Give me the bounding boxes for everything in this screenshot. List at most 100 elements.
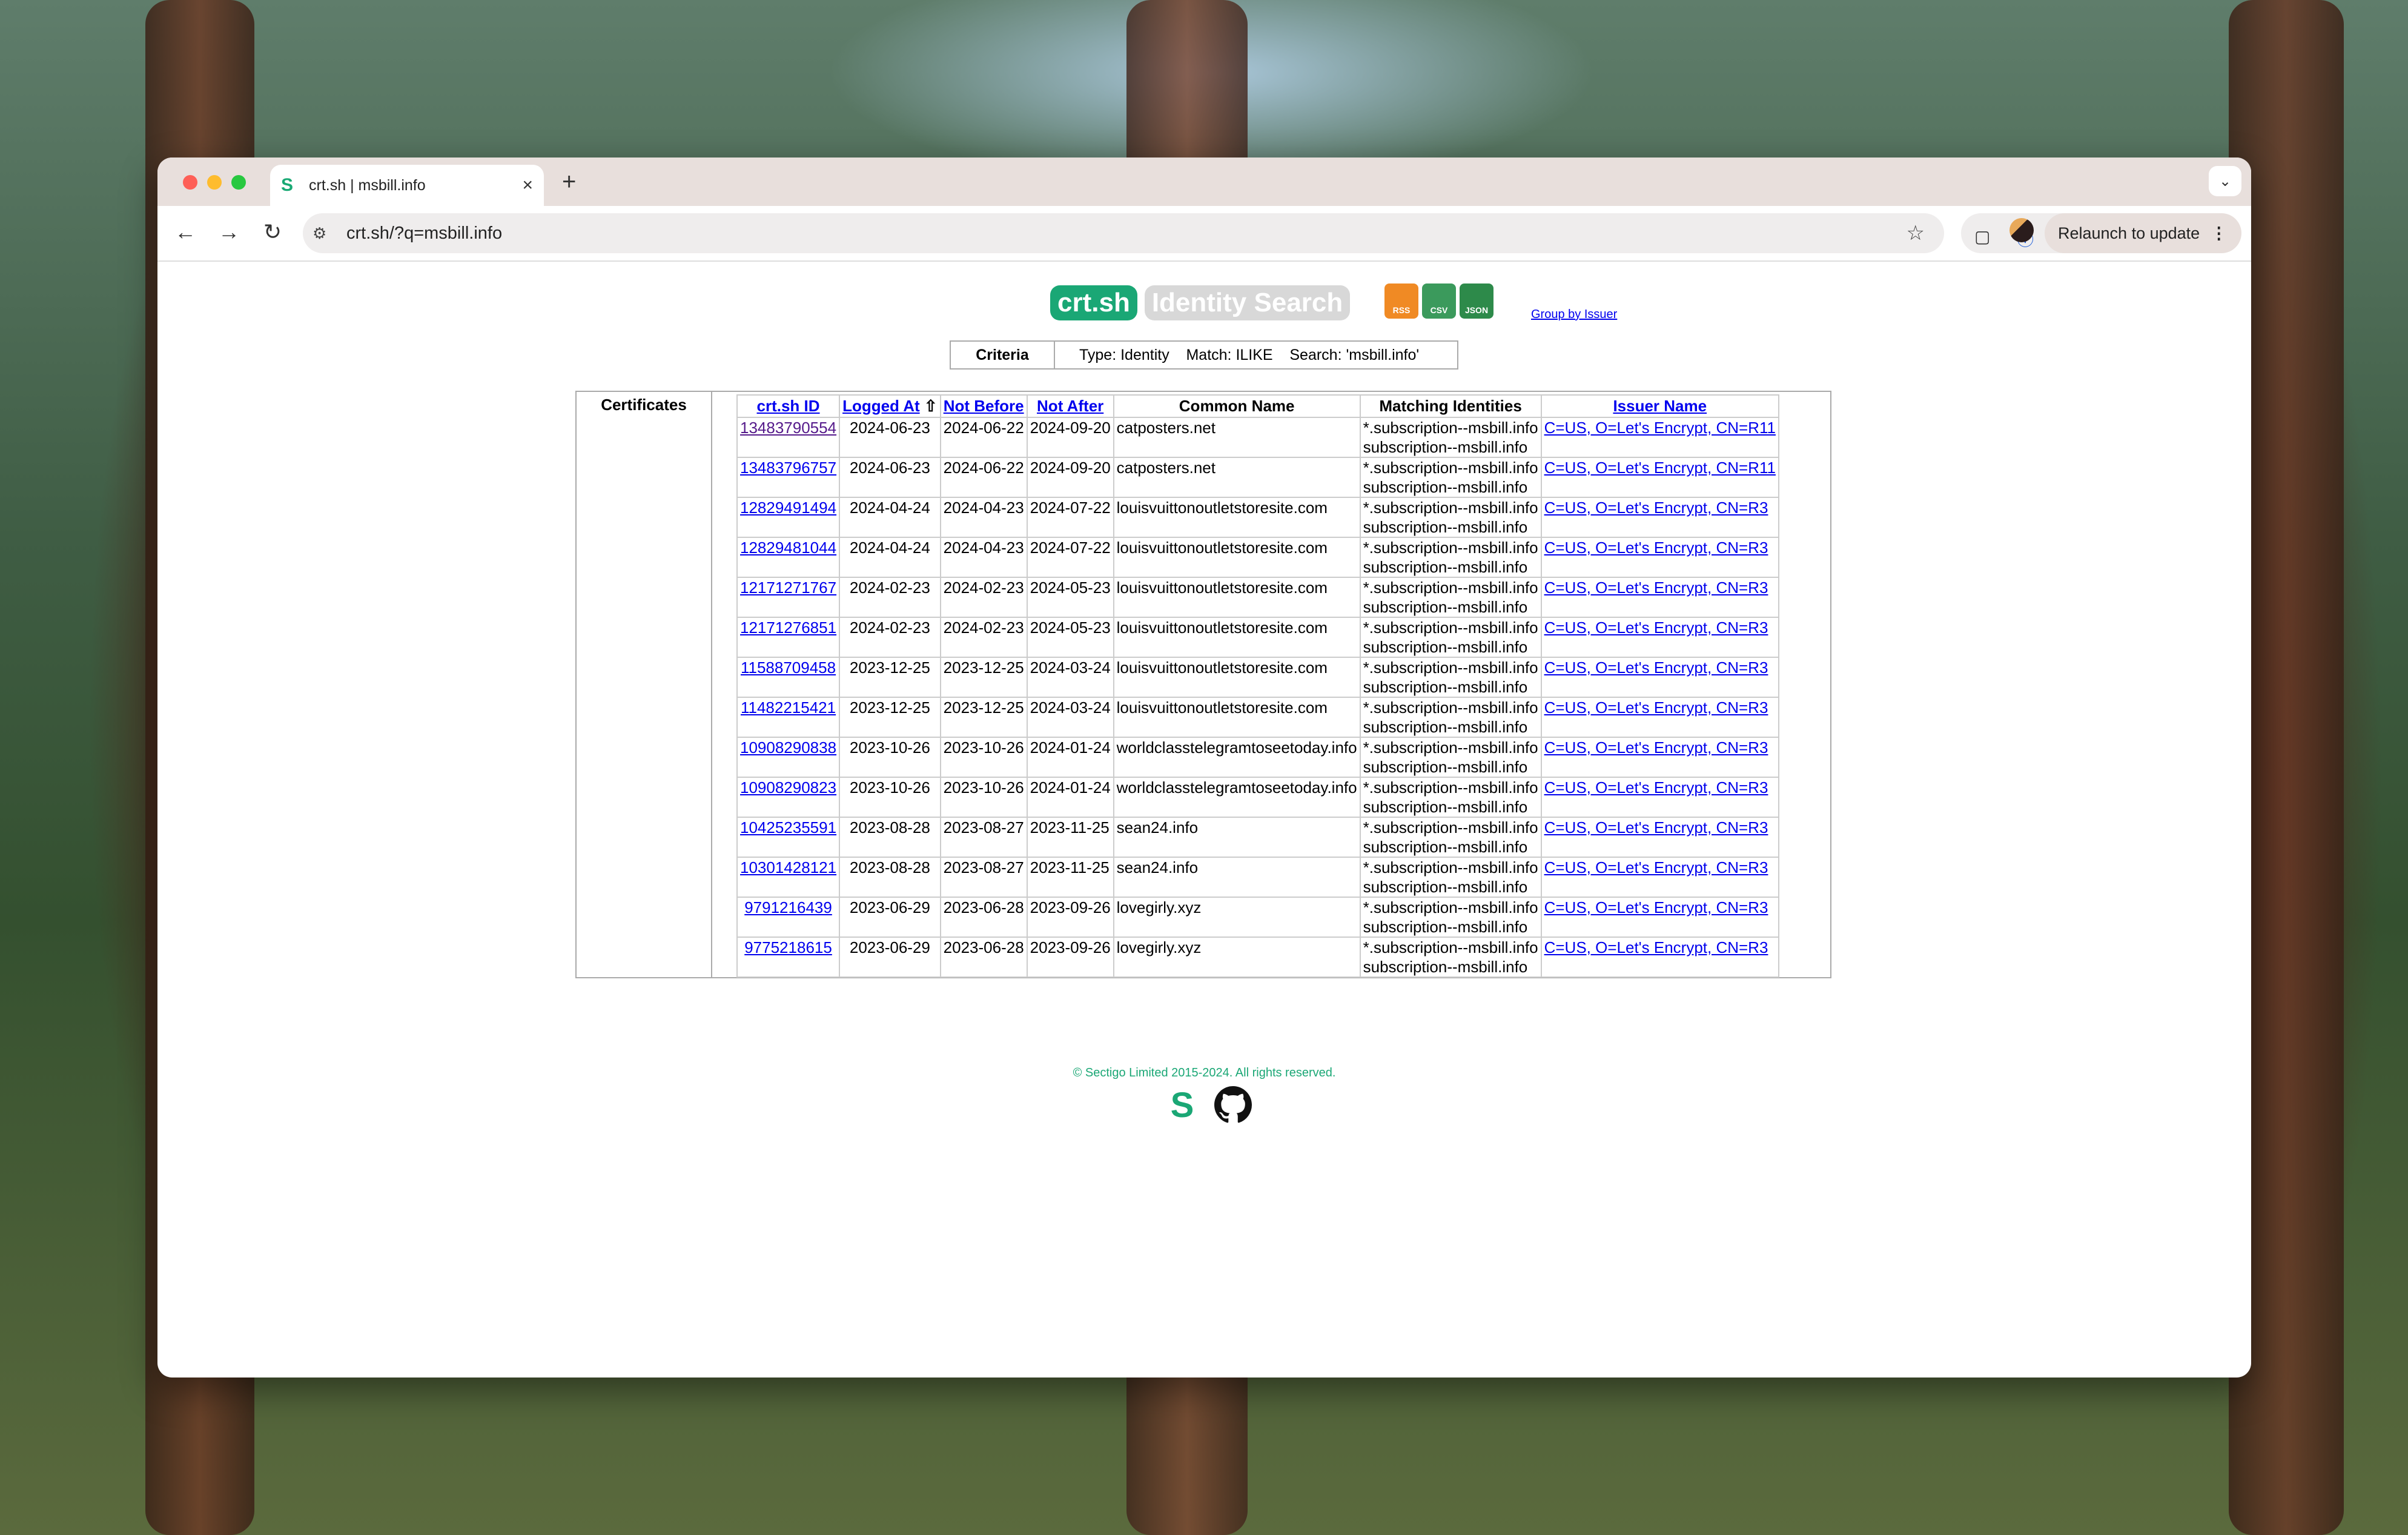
crtsh-id-link[interactable]: 12829481044 [740, 539, 836, 557]
bookmark-star-icon[interactable]: ☆ [1907, 221, 1925, 245]
cell-not-before: 2024-06-22 [939, 417, 1028, 458]
issuer-link[interactable]: C=US, O=Let's Encrypt, CN=R3 [1544, 938, 1768, 956]
site-settings-icon[interactable]: ⚙ [313, 224, 337, 243]
reload-icon[interactable]: ↻ [258, 219, 287, 245]
issuer-link[interactable]: C=US, O=Let's Encrypt, CN=R3 [1544, 818, 1768, 837]
new-tab-button[interactable]: + [562, 168, 576, 196]
browser-toolbar: ← → ↻ ⚙ crt.sh/?q=msbill.info ☆ ▢ ⓘ ⧉ Re… [157, 206, 2251, 262]
cell-not-before: 2023-12-25 [939, 697, 1028, 738]
crtsh-id-link[interactable]: 10908290823 [740, 778, 836, 797]
cell-common-name: lovegirly.xyz [1113, 937, 1361, 978]
extension-square-icon[interactable]: ▢ [1974, 227, 1990, 247]
cell-common-name: catposters.net [1113, 457, 1361, 498]
col-common-name: Common Name [1113, 394, 1361, 418]
cell-common-name: worldclasstelegramtoseetoday.info [1113, 737, 1361, 778]
issuer-link[interactable]: C=US, O=Let's Encrypt, CN=R3 [1544, 618, 1768, 637]
zoom-window-button[interactable] [231, 175, 246, 190]
cell-logged-at: 2024-06-23 [839, 417, 941, 458]
table-row: 12171276851 2024-02-23 2024-02-23 2024-05-2… [736, 617, 1779, 658]
cell-matching-identities: *.subscription--msbill.info subscription-… [1359, 577, 1542, 618]
cell-matching-identities: *.subscription--msbill.info subscription-… [1359, 937, 1542, 978]
cell-not-after: 2024-01-24 [1026, 737, 1114, 778]
more-menu-icon[interactable]: ⋮ [2211, 224, 2227, 243]
cell-logged-at: 2023-12-25 [839, 697, 941, 738]
table-row: 10908290838 2023-10-26 2023-10-26 2024-01-2… [736, 737, 1779, 778]
col-crtsh-id[interactable]: crt.sh ID [736, 394, 841, 418]
group-by-issuer-link[interactable]: Group by Issuer [1531, 308, 1617, 322]
back-arrow-icon[interactable]: ← [171, 219, 200, 245]
close-window-button[interactable] [183, 175, 197, 190]
cell-matching-identities: *.subscription--msbill.info subscription-… [1359, 777, 1542, 818]
cell-not-before: 2023-12-25 [939, 657, 1028, 698]
col-not-before[interactable]: Not Before [939, 394, 1028, 418]
crtsh-id-link[interactable]: 10425235591 [740, 818, 836, 837]
address-bar[interactable]: ⚙ crt.sh/?q=msbill.info ☆ [303, 213, 1944, 253]
cell-not-before: 2023-06-28 [939, 897, 1028, 938]
table-row: 13483790554 2024-06-23 2024-06-22 2024-09-2… [736, 417, 1779, 458]
col-issuer-name[interactable]: Issuer Name [1540, 394, 1779, 418]
cell-not-after: 2024-05-23 [1026, 617, 1114, 658]
crtsh-id-link[interactable]: 10301428121 [740, 858, 836, 877]
crtsh-id-link[interactable]: 12171271767 [740, 579, 836, 597]
crtsh-id-link[interactable]: 13483790554 [740, 419, 836, 437]
relaunch-button[interactable]: Relaunch to update ⋮ [2045, 213, 2241, 253]
csv-download-icon[interactable]: CSV [1422, 283, 1456, 319]
forward-arrow-icon[interactable]: → [214, 219, 243, 245]
cell-not-before: 2023-10-26 [939, 777, 1028, 818]
json-download-icon[interactable]: JSON [1460, 283, 1493, 319]
col-logged-at[interactable]: Logged At ⇧ [839, 394, 941, 418]
cell-not-before: 2024-06-22 [939, 457, 1028, 498]
cell-not-before: 2024-02-23 [939, 617, 1028, 658]
sectigo-logo-icon[interactable]: S [1163, 1086, 1202, 1125]
crtsh-id-link[interactable]: 11482215421 [741, 698, 836, 717]
issuer-link[interactable]: C=US, O=Let's Encrypt, CN=R3 [1544, 539, 1768, 557]
table-row: 10425235591 2023-08-28 2023-08-27 2023-11-2… [736, 817, 1779, 858]
issuer-link[interactable]: C=US, O=Let's Encrypt, CN=R3 [1544, 778, 1768, 797]
cell-common-name: worldclasstelegramtoseetoday.info [1113, 777, 1361, 818]
cell-crtsh-id: 12171271767 [736, 577, 841, 618]
cell-crtsh-id: 12829491494 [736, 497, 841, 538]
crtsh-id-link[interactable]: 9791216439 [744, 898, 832, 917]
cell-matching-identities: *.subscription--msbill.info subscription-… [1359, 417, 1542, 458]
cell-matching-identities: *.subscription--msbill.info subscription-… [1359, 497, 1542, 538]
cell-not-after: 2024-03-24 [1026, 697, 1114, 738]
issuer-link[interactable]: C=US, O=Let's Encrypt, CN=R11 [1544, 459, 1776, 477]
issuer-link[interactable]: C=US, O=Let's Encrypt, CN=R3 [1544, 698, 1768, 717]
cell-issuer-name: C=US, O=Let's Encrypt, CN=R3 [1540, 697, 1779, 738]
sort-arrow-icon: ⇧ [924, 397, 938, 415]
issuer-link[interactable]: C=US, O=Let's Encrypt, CN=R3 [1544, 579, 1768, 597]
rss-feed-icon[interactable]: RSS [1384, 283, 1418, 319]
issuer-link[interactable]: C=US, O=Let's Encrypt, CN=R3 [1544, 738, 1768, 757]
profile-avatar[interactable] [2009, 218, 2034, 242]
cell-not-before: 2023-08-27 [939, 817, 1028, 858]
crtsh-id-link[interactable]: 12171276851 [740, 618, 836, 637]
cell-issuer-name: C=US, O=Let's Encrypt, CN=R3 [1540, 937, 1779, 978]
cell-crtsh-id: 9775218615 [736, 937, 841, 978]
url-text[interactable]: crt.sh/?q=msbill.info [346, 224, 1907, 244]
crtsh-id-link[interactable]: 9775218615 [744, 938, 832, 956]
issuer-link[interactable]: C=US, O=Let's Encrypt, CN=R11 [1544, 419, 1776, 437]
cell-issuer-name: C=US, O=Let's Encrypt, CN=R3 [1540, 737, 1779, 778]
crtsh-id-link[interactable]: 10908290838 [740, 738, 836, 757]
close-tab-icon[interactable]: × [522, 175, 533, 196]
site-logo[interactable]: crt.sh Identity Search [1050, 283, 1351, 322]
issuer-link[interactable]: C=US, O=Let's Encrypt, CN=R3 [1544, 499, 1768, 517]
issuer-link[interactable]: C=US, O=Let's Encrypt, CN=R3 [1544, 898, 1768, 917]
table-body: 13483790554 2024-06-23 2024-06-22 2024-09-2… [736, 417, 1779, 978]
browser-tab[interactable]: S crt.sh | msbill.info × [270, 165, 544, 206]
crtsh-id-link[interactable]: 11588709458 [741, 658, 836, 677]
minimize-window-button[interactable] [207, 175, 222, 190]
table-row: 12171271767 2024-02-23 2024-02-23 2024-05-2… [736, 577, 1779, 618]
issuer-link[interactable]: C=US, O=Let's Encrypt, CN=R3 [1544, 858, 1768, 877]
issuer-link[interactable]: C=US, O=Let's Encrypt, CN=R3 [1544, 658, 1768, 677]
crtsh-id-link[interactable]: 13483796757 [740, 459, 836, 477]
cell-issuer-name: C=US, O=Let's Encrypt, CN=R11 [1540, 417, 1779, 458]
logo-crtsh[interactable]: crt.sh [1050, 285, 1137, 320]
cell-not-after: 2024-03-24 [1026, 657, 1114, 698]
github-icon[interactable] [1214, 1086, 1252, 1124]
cell-matching-identities: *.subscription--msbill.info subscription-… [1359, 617, 1542, 658]
col-not-after[interactable]: Not After [1026, 394, 1114, 418]
crtsh-id-link[interactable]: 12829491494 [740, 499, 836, 517]
tab-search-chevron-icon[interactable]: ⌄ [2209, 166, 2241, 196]
cell-not-before: 2024-04-23 [939, 537, 1028, 578]
